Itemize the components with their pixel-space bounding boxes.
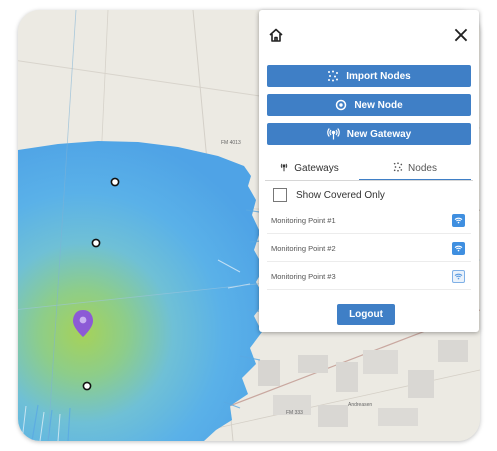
node-marker[interactable] [82,381,92,391]
antenna-icon [326,128,340,140]
list-item[interactable]: Monitoring Point #1 [267,208,471,234]
new-gateway-button[interactable]: New Gateway [267,123,471,145]
show-covered-only-row: Show Covered Only [273,188,385,202]
import-nodes-button[interactable]: Import Nodes [267,65,471,87]
scatter-dots-icon [393,161,403,175]
list-item[interactable]: Monitoring Point #2 [267,236,471,262]
antenna-icon [279,162,289,175]
node-label: Monitoring Point #2 [271,244,336,253]
show-covered-only-checkbox[interactable] [273,188,287,202]
node-label: Monitoring Point #1 [271,216,336,225]
wifi-icon[interactable] [452,214,465,227]
list-item[interactable]: Monitoring Point #3 [267,264,471,290]
node-label: Monitoring Point #3 [271,272,336,281]
wifi-icon[interactable] [452,242,465,255]
node-marker[interactable] [110,177,120,187]
road-label: Andreasen [348,402,373,408]
import-nodes-label: Import Nodes [346,70,411,82]
new-node-label: New Node [354,99,403,111]
node-list: Monitoring Point #1 Monitoring Point #2 … [267,208,471,292]
tab-gateways-label: Gateways [294,162,339,174]
road-label: FM 333 [286,410,303,416]
new-node-button[interactable]: New Node [267,94,471,116]
control-panel: × Import Nodes New Node New Gateway Gate… [259,10,479,332]
home-icon[interactable] [265,24,287,46]
tab-gateways[interactable]: Gateways [259,157,359,179]
show-covered-only-label: Show Covered Only [296,189,385,201]
tab-nodes[interactable]: Nodes [359,157,471,181]
logout-button[interactable]: Logout [337,304,395,325]
panel-tabs: Gateways Nodes [259,157,479,181]
tab-nodes-label: Nodes [408,162,437,174]
road-label: FM 4013 [221,140,241,146]
node-marker[interactable] [91,238,101,248]
new-gateway-label: New Gateway [346,128,412,140]
wifi-off-icon[interactable] [452,270,465,283]
close-icon[interactable]: × [449,23,473,48]
node-circle-icon [335,99,347,111]
tabs-divider [265,180,473,181]
scatter-dots-icon [327,70,339,82]
